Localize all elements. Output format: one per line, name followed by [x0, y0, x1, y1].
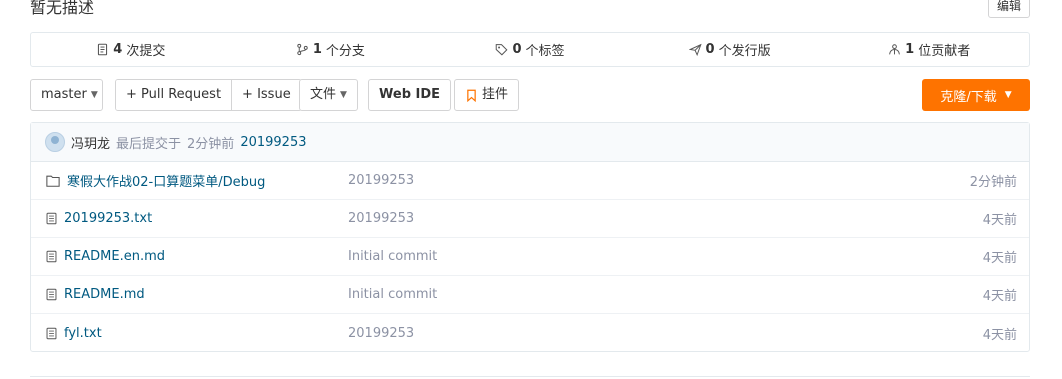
stat-label: 个分支 [325, 44, 365, 59]
widget-button[interactable]: 挂件 [454, 79, 520, 111]
stat-label: 个标签 [525, 44, 565, 59]
stat-count: 0 [512, 42, 522, 57]
stat-label: 个发行版 [718, 44, 771, 59]
caret-down-icon: ▼ [340, 90, 347, 100]
file-name[interactable]: README.md [64, 287, 145, 302]
clone-download-button[interactable]: 克隆/下载 ▼ [922, 79, 1030, 111]
file-commit-message[interactable]: 20199253 [348, 173, 414, 188]
file-icon [46, 212, 57, 225]
stat-count: 4 [113, 42, 123, 57]
release-icon [688, 43, 702, 56]
branch-select-label: master [41, 87, 87, 102]
stat-tags[interactable]: 0 个标签 [430, 33, 630, 66]
file-name[interactable]: 20199253.txt [64, 211, 152, 226]
file-icon [46, 327, 57, 339]
file-row[interactable]: fyl.txt 20199253 4天前 [31, 314, 1029, 352]
file-commit-message[interactable]: Initial commit [348, 249, 437, 264]
commit-author[interactable]: 冯玥龙 [71, 133, 110, 152]
stat-label: 位贡献者 [918, 44, 971, 59]
bookmark-icon [467, 89, 476, 102]
file-menu-button[interactable]: 文件 ▼ [299, 79, 358, 111]
file-commit-message[interactable]: 20199253 [348, 326, 414, 341]
widget-label: 挂件 [482, 87, 509, 102]
file-time: 2分钟前 [969, 175, 1017, 190]
commit-icon [98, 43, 108, 56]
stat-releases[interactable]: 0 个发行版 [630, 33, 830, 66]
tag-icon [496, 44, 508, 56]
stat-branches[interactable]: 1 个分支 [231, 33, 431, 66]
web-ide-button[interactable]: Web IDE [368, 79, 452, 111]
file-row[interactable]: README.en.md Initial commit 4天前 [31, 238, 1029, 276]
stat-label: 次提交 [126, 44, 166, 59]
file-commit-message[interactable]: Initial commit [348, 287, 437, 302]
caret-down-icon: ▼ [90, 90, 98, 100]
create-group: + Pull Request + Issue [115, 79, 302, 111]
stat-contributors[interactable]: 1 位贡献者 [829, 33, 1029, 66]
file-time: 4天前 [982, 289, 1017, 304]
stat-count: 1 [312, 42, 322, 57]
file-name[interactable]: README.en.md [64, 249, 165, 264]
stat-count: 1 [905, 42, 915, 57]
branch-icon [297, 43, 308, 56]
last-commit-bar: 冯玥龙 最后提交于 2分钟前 20199253 [31, 123, 1029, 162]
divider [30, 376, 1030, 377]
file-time: 4天前 [982, 213, 1017, 228]
caret-down-icon: ▼ [1004, 90, 1012, 100]
branch-select[interactable]: master ▼ [30, 79, 103, 111]
file-time: 4天前 [982, 327, 1017, 343]
file-row[interactable]: 20199253.txt 20199253 4天前 [31, 200, 1029, 238]
commit-prefix: 最后提交于 [116, 136, 182, 152]
issue-button[interactable]: + Issue [231, 80, 301, 110]
contributors-icon [889, 44, 901, 55]
file-menu-label: 文件 [310, 87, 337, 102]
file-name[interactable]: 寒假大作战02-口算题菜单/Debug [67, 171, 265, 190]
stat-count: 0 [705, 42, 715, 57]
file-icon [46, 250, 57, 263]
file-tree-panel: 冯玥龙 最后提交于 2分钟前 20199253 寒假大作战02-口算题菜单/De… [30, 122, 1030, 352]
file-name[interactable]: fyl.txt [64, 326, 102, 341]
avatar[interactable] [45, 132, 65, 152]
repo-description: 暂无描述 [30, 0, 95, 17]
folder-icon [46, 175, 60, 187]
file-commit-message[interactable]: 20199253 [348, 211, 414, 226]
repo-stats-bar: 4 次提交 1 个分支 0 个标签 0 个发行版 1 位贡献者 [30, 32, 1030, 67]
commit-message[interactable]: 20199253 [240, 135, 306, 150]
commit-time: 2分钟前 [187, 136, 235, 152]
clone-label: 克隆/下载 [940, 89, 997, 105]
repo-toolbar: master ▼ + Pull Request + Issue 文件 ▼ Web… [30, 79, 1030, 111]
file-icon [46, 288, 57, 301]
file-time: 4天前 [982, 251, 1017, 266]
stat-commits[interactable]: 4 次提交 [31, 33, 231, 66]
edit-description-button[interactable]: 编辑 [987, 0, 1030, 18]
file-row[interactable]: README.md Initial commit 4天前 [31, 276, 1029, 314]
pull-request-button[interactable]: + Pull Request [116, 80, 232, 110]
file-row[interactable]: 寒假大作战02-口算题菜单/Debug 20199253 2分钟前 [31, 162, 1029, 200]
